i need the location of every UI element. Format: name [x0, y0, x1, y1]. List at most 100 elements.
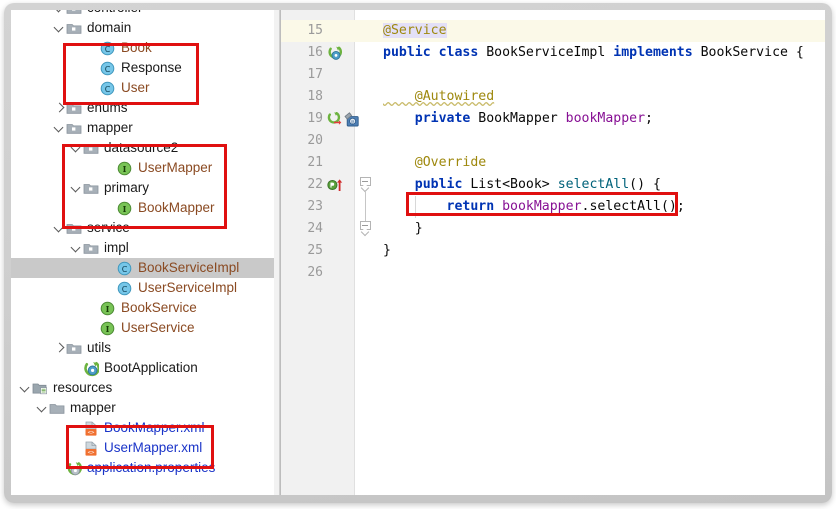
tree-item-primary[interactable]: primary — [11, 178, 274, 198]
gutter-icon-group[interactable]: @ — [327, 108, 360, 130]
tree-item-resources[interactable]: resources — [11, 378, 274, 398]
token: @Service — [383, 23, 447, 38]
token: BookServiceImpl — [486, 45, 614, 60]
tree-item-service[interactable]: service — [11, 218, 274, 238]
chevron-down-icon[interactable] — [36, 398, 49, 418]
code-line-19[interactable]: 19 @ private BookMapper bookMapper; — [281, 108, 825, 130]
tree-item-label: mapper — [70, 400, 116, 415]
chevron-down-icon[interactable] — [19, 378, 32, 398]
tree-item-utils[interactable]: utils — [11, 338, 274, 358]
tree-item-label: enums — [87, 100, 128, 115]
xml-file-icon: <> — [83, 418, 100, 438]
svg-text:<>: <> — [88, 430, 95, 436]
chevron-down-icon[interactable] — [70, 238, 83, 258]
code-line-17[interactable]: 17 — [281, 64, 825, 86]
gutter-icon-group[interactable] — [327, 174, 344, 196]
implemented-by-gutter-icon[interactable] — [327, 112, 342, 126]
tree-item-domain[interactable]: domain — [11, 18, 274, 38]
tree-item-usermapper[interactable]: I UserMapper — [11, 158, 274, 178]
chevron-down-icon[interactable] — [53, 118, 66, 138]
tree-item-userservice[interactable]: I UserService — [11, 318, 274, 338]
tree-item-book[interactable]: C Book — [11, 38, 274, 58]
screenshot-frame: controller domain C Book C Response C User enums… — [0, 0, 836, 509]
tree-item-datasource2[interactable]: datasource2 — [11, 138, 274, 158]
token: () { — [629, 177, 661, 192]
line-number: 21 — [307, 155, 323, 170]
token: selectAll — [557, 177, 630, 192]
tree-item-enums[interactable]: enums — [11, 98, 274, 118]
chevron-down-icon[interactable] — [53, 18, 66, 38]
indent-guide — [415, 196, 416, 218]
tree-item-mapper[interactable]: mapper — [11, 118, 274, 138]
code-text[interactable]: public class BookServiceImpl implements … — [383, 42, 804, 64]
token: ; — [645, 111, 653, 126]
code-text[interactable]: private BookMapper bookMapper; — [383, 108, 653, 130]
token: bookMapper — [502, 199, 582, 214]
svg-text:@: @ — [351, 120, 355, 124]
code-text[interactable]: } — [383, 218, 423, 240]
spring-bean-gutter-icon[interactable] — [327, 46, 342, 61]
code-text[interactable]: @Override — [383, 152, 486, 174]
tree-item-label: BookMapper.xml — [104, 420, 205, 435]
package-folder-icon — [66, 338, 83, 358]
svg-text:C: C — [105, 45, 111, 54]
gutter-icon-group[interactable] — [327, 42, 342, 64]
tree-item-userserviceimpl[interactable]: C UserServiceImpl — [11, 278, 274, 298]
code-line-15[interactable]: 15 @Service — [281, 20, 825, 42]
code-text[interactable]: @Service — [383, 20, 447, 42]
tree-item-impl[interactable]: impl — [11, 238, 274, 258]
tree-item-usermapper-xml[interactable]: <> UserMapper.xml — [11, 438, 274, 458]
tree-no-chevron — [104, 278, 117, 298]
chevron-down-icon[interactable] — [53, 10, 66, 18]
code-line-23[interactable]: 23 return bookMapper.selectAll(); — [281, 196, 825, 218]
tree-no-chevron — [87, 78, 100, 98]
tree-item-label: UserService — [121, 320, 195, 335]
chevron-down-icon[interactable] — [53, 218, 66, 238]
code-text[interactable]: @Autowired — [383, 86, 494, 108]
svg-text:C: C — [122, 285, 128, 294]
java-interface-icon: I — [100, 318, 117, 338]
java-class-icon: C — [100, 58, 117, 78]
code-line-25[interactable]: 25} — [281, 240, 825, 262]
code-line-20[interactable]: 20 — [281, 130, 825, 152]
autowired-bean-gutter-icon[interactable]: @ — [344, 111, 360, 127]
tree-item-user[interactable]: C User — [11, 78, 274, 98]
tree-item-bookmapper-xml[interactable]: <> BookMapper.xml — [11, 418, 274, 438]
code-line-16[interactable]: 16 public class BookServiceImpl implement… — [281, 42, 825, 64]
fold-marker-method-end[interactable] — [360, 221, 371, 237]
code-line-21[interactable]: 21 @Override — [281, 152, 825, 174]
tree-item-response[interactable]: C Response — [11, 58, 274, 78]
code-text[interactable]: public List<Book> selectAll() { — [383, 174, 661, 196]
token: class — [438, 45, 487, 60]
chevron-right-icon[interactable] — [53, 338, 66, 358]
tree-item-bookserviceimpl[interactable]: C BookServiceImpl — [11, 258, 274, 278]
xml-file-icon: <> — [83, 438, 100, 458]
code-text[interactable]: } — [383, 240, 391, 262]
token: private — [414, 111, 479, 126]
overriding-method-gutter-icon[interactable] — [327, 178, 344, 192]
project-tool-window[interactable]: controller domain C Book C Response C User enums… — [11, 10, 274, 495]
tree-item-application-properties[interactable]: application.properties — [11, 458, 274, 478]
tree-no-chevron — [87, 318, 100, 338]
chevron-right-icon[interactable] — [53, 98, 66, 118]
tree-item-controller[interactable]: controller — [11, 10, 274, 18]
tree-no-chevron — [104, 258, 117, 278]
fold-marker-method-start[interactable] — [360, 177, 371, 193]
chevron-down-icon[interactable] — [70, 138, 83, 158]
token: } — [383, 221, 423, 236]
tree-item-mapper[interactable]: mapper — [11, 398, 274, 418]
java-class-icon: C — [117, 278, 134, 298]
tree-item-bookservice[interactable]: I BookService — [11, 298, 274, 318]
code-line-18[interactable]: 18 @Autowired — [281, 86, 825, 108]
tree-item-bootapplication[interactable]: BootApplication — [11, 358, 274, 378]
chevron-down-icon[interactable] — [70, 178, 83, 198]
tree-item-label: domain — [87, 20, 132, 35]
editor-area[interactable]: 15 @Service 16 public class BookServiceImpl… — [281, 10, 825, 495]
code-line-26[interactable]: 26 — [281, 262, 825, 284]
tree-item-label: UserMapper — [138, 160, 213, 175]
tree-item-bookmapper[interactable]: I BookMapper — [11, 198, 274, 218]
tree-item-label: User — [121, 80, 150, 95]
code-text[interactable]: return bookMapper.selectAll(); — [383, 196, 685, 218]
project-tree[interactable]: controller domain C Book C Response C User enums… — [11, 10, 274, 478]
